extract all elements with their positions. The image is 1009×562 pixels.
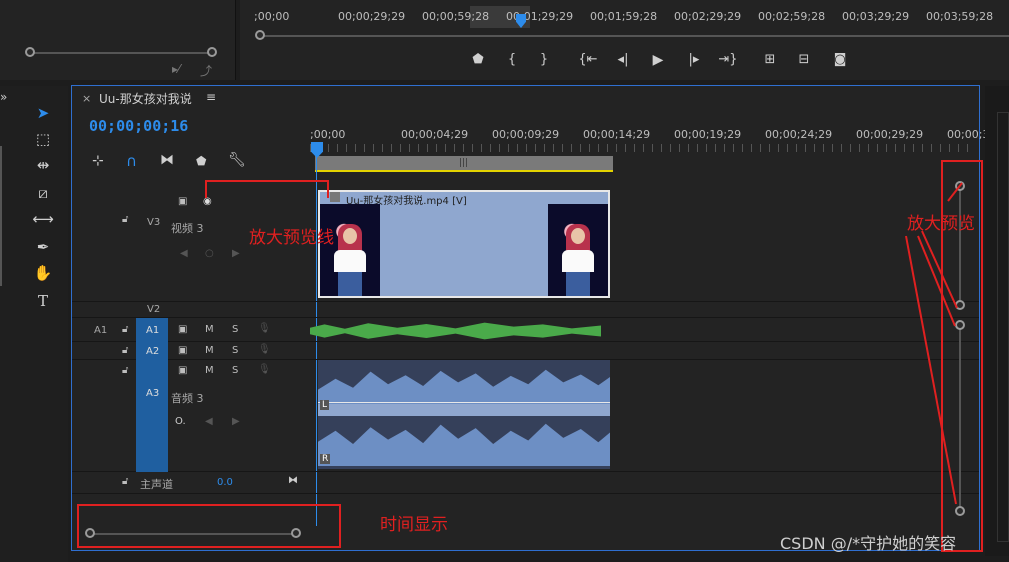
type-tool-icon[interactable]: T — [30, 290, 56, 312]
slip-tool-icon[interactable]: ⟷ — [30, 208, 56, 230]
right-edge-panel — [985, 86, 1009, 556]
expand-panels-icon[interactable]: » — [0, 90, 7, 104]
ruler-label: ;00;00 — [254, 10, 290, 23]
mark-out-icon[interactable]: } — [534, 52, 554, 67]
lift-icon[interactable]: ⊞ — [760, 52, 780, 67]
pen-tool-icon[interactable]: ✒ — [30, 236, 56, 258]
audio-meter-frame — [997, 112, 1009, 542]
program-zoom-scrollbar[interactable] — [260, 35, 1009, 37]
left-edge-divider — [0, 146, 2, 286]
play-icon[interactable]: ▶ — [648, 52, 668, 68]
program-time-ruler[interactable]: ;00;00 00;00;29;29 00;00;59;28 00;01;29;29 0… — [254, 10, 1009, 26]
step-back-icon[interactable]: ◂| — [613, 52, 633, 67]
step-forward-icon[interactable]: |▸ — [684, 52, 704, 67]
extract-icon[interactable]: ⊟ — [794, 52, 814, 67]
program-zoom-handle[interactable] — [255, 30, 265, 40]
hand-tool-icon[interactable]: ✋ — [30, 262, 56, 284]
track-select-tool-icon[interactable]: ⬚ — [30, 128, 56, 150]
source-zoom-handle-right[interactable] — [207, 47, 217, 57]
razor-tool-icon[interactable]: ⧄ — [30, 182, 56, 204]
annotation-arrows — [905, 182, 963, 505]
mark-in-icon[interactable]: { — [502, 52, 522, 67]
source-zoom-scrollbar[interactable] — [30, 52, 212, 54]
ripple-edit-tool-icon[interactable]: ⇹ — [30, 154, 56, 176]
ruler-label: 00;03;59;28 — [926, 10, 994, 23]
ruler-label: 00;03;29;29 — [842, 10, 910, 23]
export-frame-icon[interactable]: ◙ — [830, 52, 850, 67]
ruler-label: 00;02;29;29 — [674, 10, 742, 23]
add-marker-icon[interactable]: ⬟ — [468, 52, 488, 67]
transport-controls: ⬟ { } {⇤ ◂| ▶ |▸ ⇥} ⊞ ⊟ ◙ — [468, 52, 848, 68]
ruler-label: 00;00;29;29 — [338, 10, 406, 23]
program-monitor-panel: ;00;00 00;00;29;29 00;00;59;28 00;01;29;29 0… — [240, 0, 1009, 80]
ruler-label: 00;01;59;28 — [590, 10, 658, 23]
watermark: CSDN @/*守护她的笑容 — [780, 534, 957, 553]
timeline-panel: × Uu-那女孩对我说 ≡ 00;00;00;16 ⊹ ∩ ⧓ ⬟ 🔧︎ ;00… — [71, 85, 996, 552]
source-monitor-panel: ▸⁄ ⤴ — [0, 0, 236, 80]
export-icon[interactable]: ⤴ — [200, 62, 212, 79]
go-to-out-icon[interactable]: ⇥} — [718, 52, 738, 67]
ruler-label: 00;02;59;28 — [758, 10, 826, 23]
tools-panel: » ➤ ⬚ ⇹ ⧄ ⟷ ✒ ✋ T — [0, 86, 68, 562]
selection-tool-icon[interactable]: ➤ — [30, 102, 56, 124]
go-to-in-icon[interactable]: {⇤ — [578, 52, 598, 67]
source-zoom-handle-left[interactable] — [25, 47, 35, 57]
ruler-label: 00;00;59;28 — [422, 10, 490, 23]
insert-icon[interactable]: ▸⁄ — [172, 62, 180, 76]
